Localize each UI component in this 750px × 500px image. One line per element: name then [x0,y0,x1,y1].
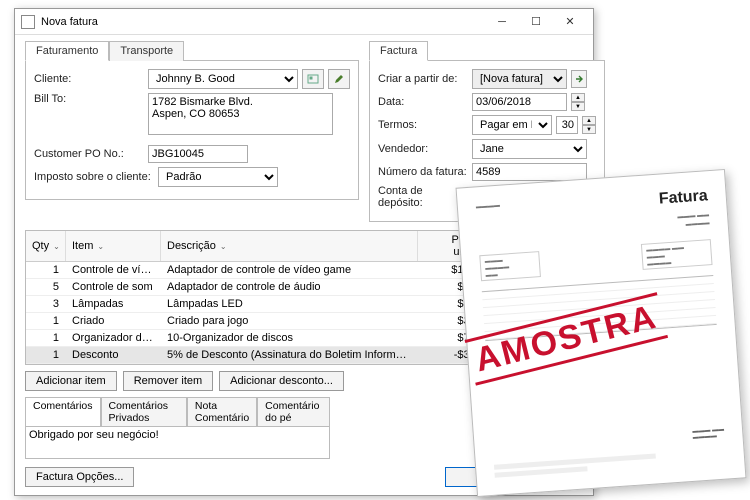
billing-panel: Cliente: Johnny B. Good Bill To: 1782 Bi… [25,60,359,200]
create-from-select[interactable]: [Nova fatura] [472,69,567,89]
comment-tab-2[interactable]: Nota Comentário [187,397,257,426]
titlebar: Nova fatura ─ ☐ ✕ [15,9,593,35]
card-icon [307,73,319,85]
create-from-go-button[interactable] [571,70,587,88]
col-desc[interactable]: Descrição⌄ [161,231,418,261]
terms-label: Termos: [378,119,468,131]
close-button[interactable]: ✕ [553,12,587,32]
client-tax-select[interactable]: Padrão [158,167,278,187]
window-title: Nova fatura [41,16,485,28]
preview-title: Fatura [658,187,708,208]
tab-invoice-group[interactable]: Factura [369,41,428,61]
app-icon [21,15,35,29]
col-item[interactable]: Item⌄ [66,231,161,261]
comment-textarea[interactable]: Obrigado por seu negócio! [26,427,329,455]
client-label: Cliente: [34,73,144,85]
comment-tabs: Comentários Comentários Privados Nota Co… [25,397,330,426]
po-label: Customer PO No.: [34,148,144,160]
tab-transport[interactable]: Transporte [109,41,184,61]
pencil-icon [333,73,345,85]
terms-days-spinner[interactable]: ▲▼ [582,116,596,134]
number-input[interactable] [472,163,587,181]
add-item-button[interactable]: Adicionar item [25,371,117,391]
terms-days-input[interactable] [556,116,578,134]
client-tax-label: Imposto sobre o cliente: [34,171,154,183]
terms-select[interactable]: Pagar em Dias [472,115,552,135]
minimize-button[interactable]: ─ [485,12,519,32]
deposit-label: Conta de depósito: [378,185,468,209]
comment-tab-1[interactable]: Comentários Privados [101,397,187,426]
comment-tab-0[interactable]: Comentários [25,397,101,426]
number-label: Número da fatura: [378,166,468,178]
arrow-right-icon [575,75,583,83]
tab-billing[interactable]: Faturamento [25,41,109,61]
date-input[interactable] [472,93,567,111]
po-input[interactable] [148,145,248,163]
billing-panel-wrap: Faturamento Transporte Cliente: Johnny B… [25,41,359,222]
billto-textarea[interactable]: 1782 Bismarke Blvd. Aspen, CO 80653 [148,93,333,135]
remove-item-button[interactable]: Remover item [123,371,213,391]
chevron-down-icon: ⌄ [97,242,104,251]
add-discount-button[interactable]: Adicionar desconto... [219,371,344,391]
invoice-options-button[interactable]: Factura Opções... [25,467,134,487]
chevron-down-icon: ⌄ [220,242,227,251]
seller-label: Vendedor: [378,143,468,155]
billto-label: Bill To: [34,93,144,105]
date-spinner[interactable]: ▲▼ [571,93,585,111]
client-lookup-button[interactable] [302,69,324,89]
client-edit-button[interactable] [328,69,350,89]
comment-tab-3[interactable]: Comentário do pé [257,397,330,426]
date-label: Data: [378,96,468,108]
col-qty[interactable]: Qty⌄ [26,231,66,261]
create-from-label: Criar a partir de: [378,73,468,85]
maximize-button[interactable]: ☐ [519,12,553,32]
chevron-down-icon: ⌄ [53,242,60,251]
seller-select[interactable]: Jane [472,139,587,159]
invoice-preview: ▬▬▬▬ Fatura ▬▬▬ ▬▬▬▬▬▬ ▬▬▬▬▬▬▬▬▬ ▬▬▬▬ ▬▬… [456,169,747,497]
client-select[interactable]: Johnny B. Good [148,69,298,89]
